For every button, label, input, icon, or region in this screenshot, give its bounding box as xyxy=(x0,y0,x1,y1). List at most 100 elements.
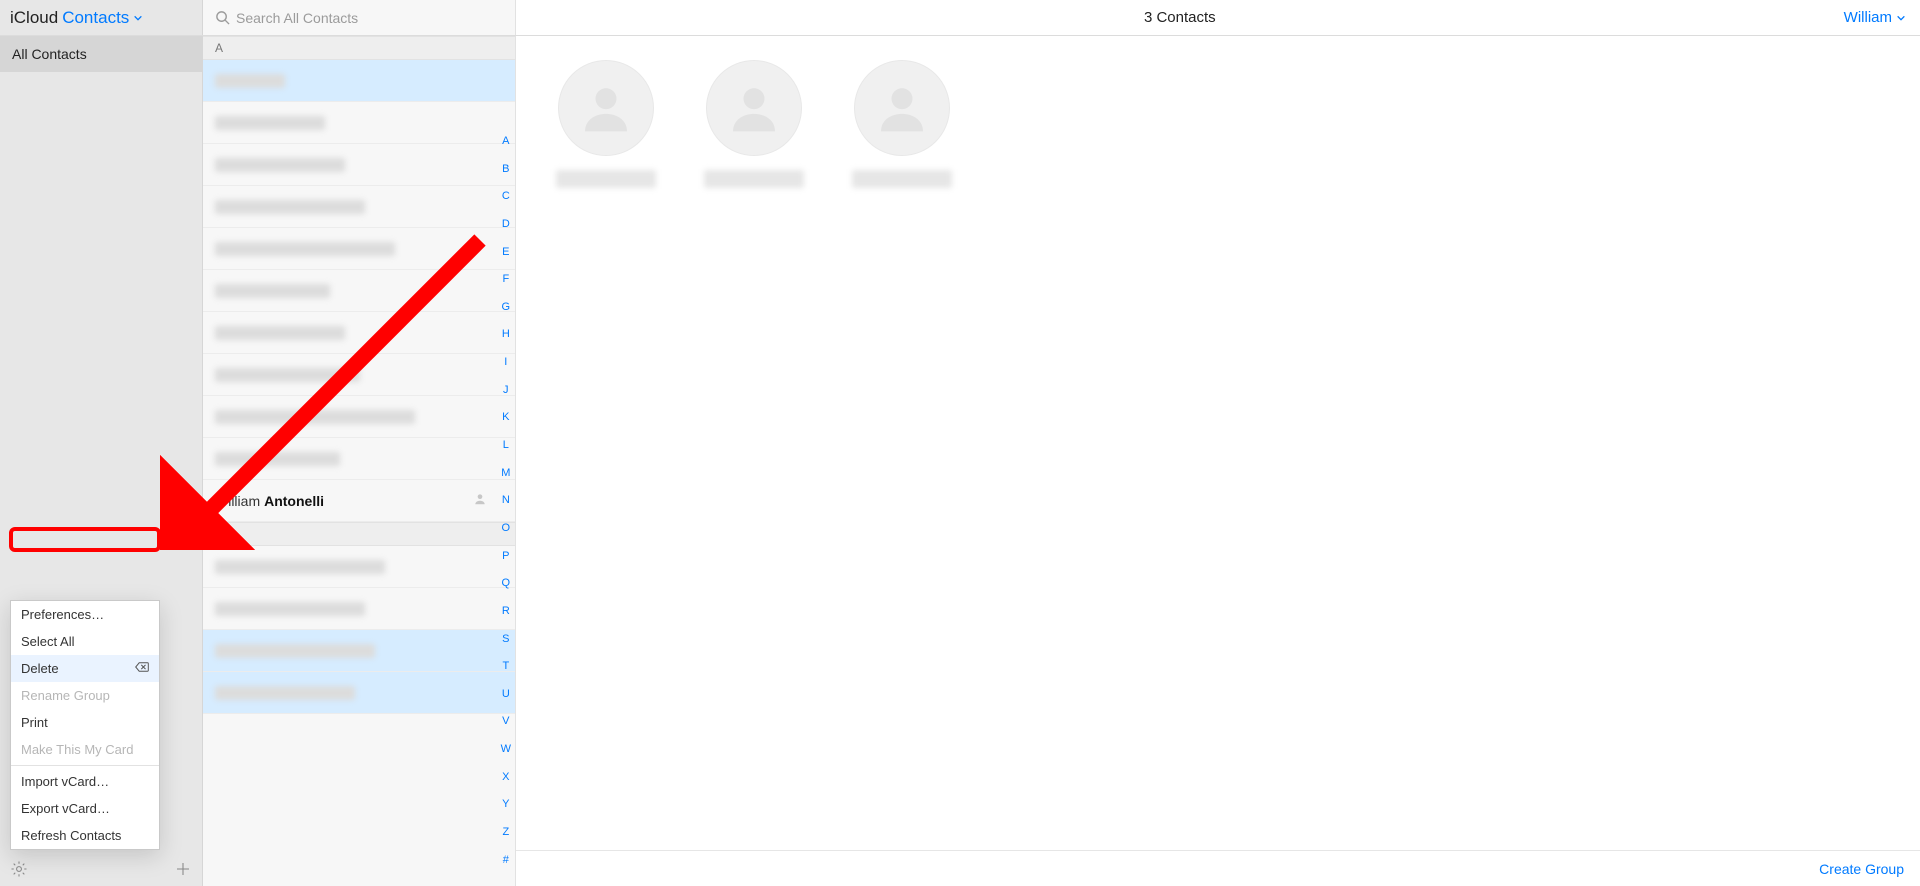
alpha-index-letter[interactable]: T xyxy=(501,661,511,672)
alpha-index-letter[interactable]: E xyxy=(501,247,511,258)
alpha-index-letter[interactable]: Y xyxy=(501,799,511,810)
contact-row[interactable] xyxy=(203,588,515,630)
contact-row[interactable] xyxy=(203,228,515,270)
redacted-name xyxy=(215,644,375,658)
contact-row[interactable] xyxy=(203,438,515,480)
redacted-name xyxy=(215,326,345,340)
detail-pane: Create Group xyxy=(516,36,1920,886)
alpha-index-letter[interactable]: K xyxy=(501,412,511,423)
menu-item-print[interactable]: Print xyxy=(11,709,159,736)
redacted-name xyxy=(215,158,345,172)
alpha-index-letter[interactable]: D xyxy=(501,219,511,230)
alpha-index-letter[interactable]: R xyxy=(501,606,511,617)
alpha-index-letter[interactable]: A xyxy=(501,136,511,147)
alpha-index-letter[interactable]: X xyxy=(501,772,511,783)
avatar-placeholder xyxy=(706,60,802,156)
header-title: 3 Contacts xyxy=(516,0,1844,35)
chevron-down-icon xyxy=(133,13,143,23)
menu-item-make-this-my-card: Make This My Card xyxy=(11,736,159,763)
contact-row[interactable] xyxy=(203,144,515,186)
alpha-index-letter[interactable]: G xyxy=(501,302,511,313)
redacted-name xyxy=(215,242,395,256)
section-header: A xyxy=(203,36,515,60)
alpha-index-letter[interactable]: V xyxy=(501,716,511,727)
redacted-name xyxy=(215,602,365,616)
contact-first-name: William xyxy=(215,493,260,509)
section-header: B xyxy=(203,522,515,546)
menu-item-import-vcard[interactable]: Import vCard… xyxy=(11,768,159,795)
add-button[interactable] xyxy=(174,860,192,878)
top-bar: iCloud Contacts 3 Contacts William xyxy=(0,0,1920,36)
contact-row[interactable] xyxy=(203,672,515,714)
avatar-placeholder xyxy=(854,60,950,156)
redacted-name xyxy=(215,116,325,130)
alpha-index-letter[interactable]: C xyxy=(501,191,511,202)
redacted-name xyxy=(215,452,340,466)
redacted-name xyxy=(704,170,804,188)
contact-last-name: Antonelli xyxy=(264,493,324,509)
alpha-index-letter[interactable]: # xyxy=(501,855,511,866)
redacted-name xyxy=(215,686,355,700)
redacted-name xyxy=(215,560,385,574)
alpha-index-letter[interactable]: F xyxy=(501,274,511,285)
sidebar-toolbar xyxy=(0,852,202,886)
person-icon xyxy=(726,80,782,136)
alpha-index-letter[interactable]: O xyxy=(501,523,511,534)
gear-icon xyxy=(10,860,28,878)
menu-item-export-vcard[interactable]: Export vCard… xyxy=(11,795,159,822)
alpha-index-letter[interactable]: M xyxy=(501,468,511,479)
alpha-index-letter[interactable]: P xyxy=(501,551,511,562)
menu-item-label: Print xyxy=(21,715,48,730)
redacted-name xyxy=(852,170,952,188)
group-all-contacts[interactable]: All Contacts xyxy=(0,36,202,72)
contact-row[interactable] xyxy=(203,546,515,588)
contact-row[interactable] xyxy=(203,60,515,102)
menu-item-label: Import vCard… xyxy=(21,774,109,789)
contact-row[interactable] xyxy=(203,396,515,438)
menu-item-refresh-contacts[interactable]: Refresh Contacts xyxy=(11,822,159,849)
app-switcher[interactable]: Contacts xyxy=(62,8,143,28)
menu-item-rename-group: Rename Group xyxy=(11,682,159,709)
contact-row[interactable] xyxy=(203,102,515,144)
redacted-name xyxy=(215,368,360,382)
menu-item-select-all[interactable]: Select All xyxy=(11,628,159,655)
plus-icon xyxy=(174,860,192,878)
contact-row[interactable] xyxy=(203,270,515,312)
chevron-down-icon xyxy=(1896,13,1906,23)
settings-menu: Preferences… Select All Delete Rename Group… xyxy=(10,600,160,850)
alpha-index-letter[interactable]: L xyxy=(501,440,511,451)
menu-item-delete[interactable]: Delete xyxy=(11,655,159,682)
alpha-index-letter[interactable]: H xyxy=(501,329,511,340)
alpha-index-letter[interactable]: S xyxy=(501,634,511,645)
contact-row[interactable] xyxy=(203,354,515,396)
contact-row[interactable] xyxy=(203,186,515,228)
menu-item-label: Preferences… xyxy=(21,607,104,622)
contact-row[interactable]: WilliamAntonelli xyxy=(203,480,515,522)
contact-row[interactable] xyxy=(203,312,515,354)
menu-item-label: Export vCard… xyxy=(21,801,110,816)
contact-list-column: AWilliamAntonelliB ABCDEFGHIJKLMNOPQRSTU… xyxy=(203,36,516,886)
redacted-name xyxy=(556,170,656,188)
menu-item-label: Delete xyxy=(21,661,59,676)
selected-contact-card xyxy=(852,60,952,188)
sidebar: All Contacts Preferences… Select All Delet… xyxy=(0,36,203,886)
alpha-index-letter[interactable]: B xyxy=(501,164,511,175)
alpha-index-letter[interactable]: W xyxy=(501,744,511,755)
settings-button[interactable] xyxy=(10,860,28,878)
alpha-index-letter[interactable]: N xyxy=(501,495,511,506)
alpha-index-letter[interactable]: J xyxy=(501,385,511,396)
contact-row[interactable] xyxy=(203,630,515,672)
create-group-button[interactable]: Create Group xyxy=(1819,861,1904,877)
redacted-name xyxy=(215,200,365,214)
person-icon xyxy=(874,80,930,136)
menu-item-label: Refresh Contacts xyxy=(21,828,121,843)
alpha-index-letter[interactable]: Z xyxy=(501,827,511,838)
contact-list[interactable]: AWilliamAntonelliB xyxy=(203,36,515,886)
account-menu[interactable]: William xyxy=(1844,0,1920,35)
menu-item-preferences[interactable]: Preferences… xyxy=(11,601,159,628)
alpha-index-letter[interactable]: U xyxy=(501,689,511,700)
alpha-index-letter[interactable]: I xyxy=(501,357,511,368)
search-bar[interactable] xyxy=(203,0,516,35)
alpha-index-letter[interactable]: Q xyxy=(501,578,511,589)
search-input[interactable] xyxy=(236,10,515,26)
